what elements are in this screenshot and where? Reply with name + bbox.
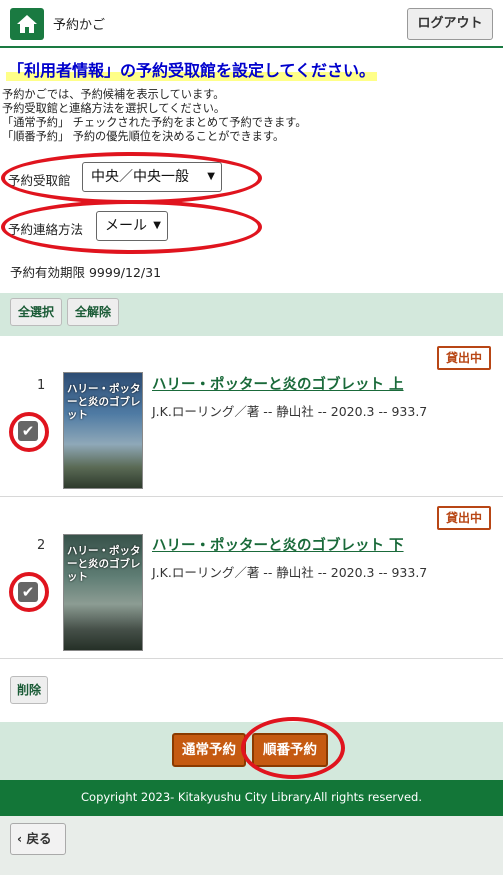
help-line: 予約かごでは、予約候補を表示しています。	[2, 88, 225, 101]
book-title-link[interactable]: ハリー・ポッターと炎のゴブレット 上	[152, 373, 404, 394]
item-checkbox[interactable]: ✔	[18, 421, 38, 441]
help-text: 予約かごでは、予約候補を表示しています。 予約受取館と連絡方法を選択してください…	[2, 88, 307, 144]
contact-method-select[interactable]: メール ▼	[96, 211, 168, 241]
logout-button[interactable]: ログアウト	[407, 8, 493, 40]
chevron-left-icon: ‹	[17, 831, 23, 846]
header-bar: 予約かご ログアウト	[0, 0, 503, 48]
row-number: 2	[37, 538, 46, 553]
item-checkbox[interactable]: ✔	[18, 582, 38, 602]
help-line: 予約受取館と連絡方法を選択してください。	[2, 102, 226, 115]
row-number: 1	[37, 378, 46, 393]
chevron-down-icon: ▼	[207, 171, 215, 182]
select-all-button[interactable]: 全選択	[10, 298, 62, 326]
pickup-library-value: 中央／中央一般	[91, 169, 189, 185]
status-badge: 貸出中	[437, 506, 491, 530]
help-line: 「通常予約」 チェックされた予約をまとめて予約できます。	[2, 116, 307, 129]
pickup-library-select[interactable]: 中央／中央一般 ▼	[82, 162, 222, 192]
book-meta: J.K.ローリング／著 -- 静山社 -- 2020.3 -- 933.7	[152, 404, 428, 419]
book-title-link[interactable]: ハリー・ポッターと炎のゴブレット 下	[152, 534, 404, 555]
row-divider	[0, 496, 503, 497]
pickup-label: 予約受取館	[8, 173, 71, 188]
back-button[interactable]: ‹ 戻る	[10, 823, 66, 855]
back-label: 戻る	[26, 831, 52, 846]
normal-reserve-button[interactable]: 通常予約	[172, 733, 246, 767]
footer-copyright: Copyright 2023- Kitakyushu City Library.…	[0, 780, 503, 816]
book-cover-image[interactable]: ハリー・ポッターと炎のゴブレット	[63, 534, 143, 651]
reservation-expiry: 予約有効期限 9999/12/31	[10, 265, 162, 280]
book-cover-image[interactable]: ハリー・ポッターと炎のゴブレット	[63, 372, 143, 489]
pickup-notice-link[interactable]: 「利用者情報」の予約受取館を設定してください。	[6, 57, 378, 81]
bottom-nav	[0, 816, 503, 875]
row-divider	[0, 658, 503, 659]
status-badge: 貸出中	[437, 346, 491, 370]
order-reserve-button[interactable]: 順番予約	[252, 733, 328, 767]
cover-title: ハリー・ポッターと炎のゴブレット	[67, 383, 141, 421]
cover-title: ハリー・ポッターと炎のゴブレット	[67, 545, 141, 583]
home-icon	[17, 15, 37, 33]
delete-button[interactable]: 削除	[10, 676, 48, 704]
page-title: 予約かご	[53, 18, 106, 33]
book-meta: J.K.ローリング／著 -- 静山社 -- 2020.3 -- 933.7	[152, 565, 428, 580]
chevron-down-icon: ▼	[153, 220, 161, 231]
help-line: 「順番予約」 予約の優先順位を決めることができます。	[2, 130, 285, 143]
home-button[interactable]	[10, 8, 44, 40]
deselect-all-button[interactable]: 全解除	[67, 298, 119, 326]
contact-label: 予約連絡方法	[8, 222, 84, 237]
contact-method-value: メール	[105, 218, 147, 234]
